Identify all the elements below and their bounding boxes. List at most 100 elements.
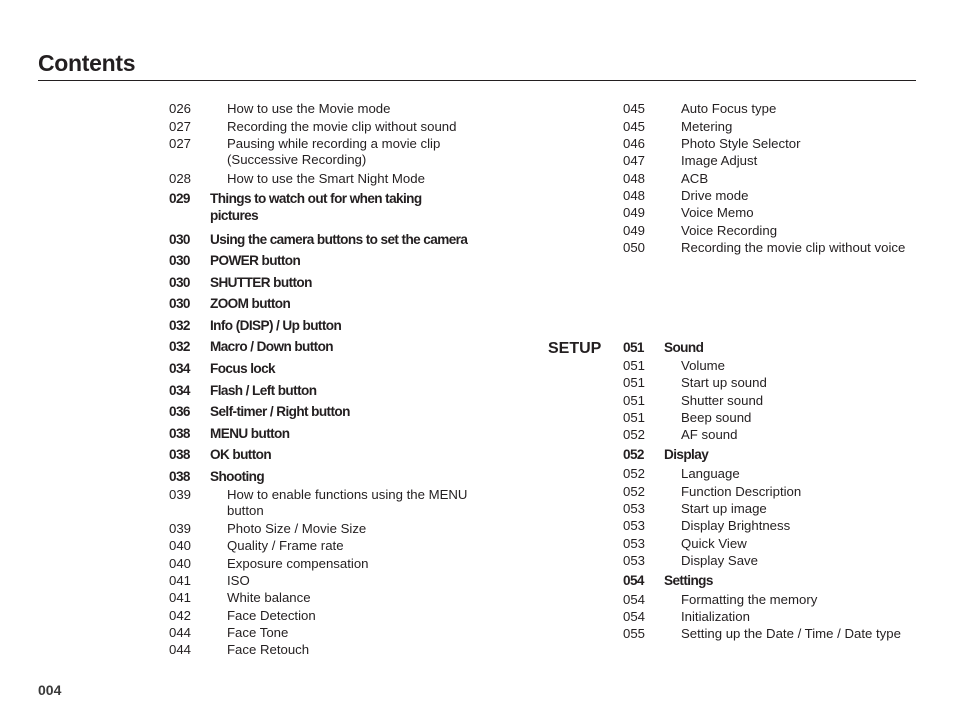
toc-entry-title-line: Shutter sound: [681, 393, 764, 408]
toc-entry-title: Shutter sound: [681, 393, 763, 408]
toc-entry-title-line: Drive mode: [681, 188, 749, 203]
toc-page-number: 028: [169, 171, 192, 186]
toc-entry-title: Volume: [681, 358, 725, 373]
toc-entry-title: Metering: [681, 119, 732, 134]
toc-entry-title-line: ACB: [681, 171, 709, 186]
toc-entry-title: POWER button: [210, 253, 301, 268]
toc-entry-title: AF sound: [681, 427, 737, 442]
toc-entry-title-line: How to use the Movie mode: [227, 101, 391, 116]
toc-entry-title-line: How to enable functions using the MENU: [227, 487, 468, 502]
toc-page-number: 054: [623, 573, 644, 588]
toc-entry-title: Face Tone: [227, 625, 288, 640]
toc-entry-title: Self-timer / Right button: [210, 404, 350, 419]
toc-entry-title: Settings: [664, 573, 713, 588]
toc-page-number: 048: [623, 171, 646, 186]
toc-page-number: 050: [623, 240, 646, 255]
toc-entry-title: Photo Size / Movie Size: [227, 521, 366, 536]
toc-entry-title: Image Adjust: [681, 153, 757, 168]
toc-entry-title: Setting up the Date / Time / Date type: [681, 626, 901, 641]
toc-entry-title-line: White balance: [227, 590, 311, 605]
toc-page-number: 051: [623, 375, 646, 390]
toc-page-number: 030: [169, 296, 190, 311]
toc-entry-title: How to enable functions using the MENU bu…: [227, 487, 467, 518]
toc-entry-title: Pausing while recording a movie clip (Suc…: [227, 136, 440, 167]
toc-entry-title-line: ZOOM button: [210, 296, 291, 311]
toc-page-number: 032: [169, 339, 190, 354]
toc-entry-title-line: Formatting the memory: [681, 592, 818, 607]
toc-page-number: 051: [623, 410, 646, 425]
toc-entry-title: ACB: [681, 171, 708, 186]
toc-entry-title-line: Initialization: [681, 609, 750, 624]
toc-entry-title-line: Recording the movie clip without sound: [227, 119, 457, 134]
toc-page-number: 039: [169, 487, 192, 502]
toc-entry-title-line: Flash / Left button: [210, 383, 317, 398]
toc-page-number: 052: [623, 427, 646, 442]
toc-page-number: 038: [169, 426, 190, 441]
toc-page-number: 048: [623, 188, 646, 203]
toc-entry-title-line: Focus lock: [210, 361, 276, 376]
toc-entry-title: Voice Memo: [681, 205, 754, 220]
toc-entry-title-line: Exposure compensation: [227, 556, 369, 571]
toc-page-number: 036: [169, 404, 190, 419]
toc-entry-title-line: Settings: [664, 573, 713, 588]
toc-page-number: 027: [169, 119, 192, 134]
toc-entry-title: How to use the Movie mode: [227, 101, 390, 116]
toc-entry-title-line: AF sound: [681, 427, 738, 442]
toc-entry-title: How to use the Smart Night Mode: [227, 171, 425, 186]
toc-page-number: 054: [623, 592, 646, 607]
toc-entry-title: Things to watch out for when taking pictu…: [210, 191, 422, 223]
toc-page-number: 026: [169, 101, 192, 116]
toc-entry-title-line: Display: [664, 447, 709, 462]
toc-page-number: 045: [623, 119, 646, 134]
toc-entry-title-line: Setting up the Date / Time / Date type: [681, 626, 901, 641]
toc-entry-title: Quick View: [681, 536, 747, 551]
toc-page-number: 055: [623, 626, 646, 641]
toc-entry-title: OK button: [210, 447, 272, 462]
toc-page-number: 049: [623, 223, 646, 238]
toc-page-number: 052: [623, 447, 644, 462]
toc-entry-title-line: Volume: [681, 358, 725, 373]
toc-page-number: 044: [169, 642, 192, 657]
toc-page-number: 040: [169, 538, 192, 553]
toc-page-number: 034: [169, 361, 190, 376]
toc-entry-title: Auto Focus type: [681, 101, 776, 116]
toc-entry-title-line: Face Retouch: [227, 642, 310, 657]
toc-entry-title-line: Voice Recording: [681, 223, 778, 238]
toc-page-number: 038: [169, 469, 190, 484]
toc-entry-title: Shooting: [210, 469, 265, 484]
toc-entry-title: Display Save: [681, 553, 758, 568]
toc-page-number: 047: [623, 153, 646, 168]
toc-entry-title-line: SHUTTER button: [210, 275, 312, 290]
toc-entry-title-line: Pausing while recording a movie clip: [227, 136, 441, 151]
toc-entry-title: ISO: [227, 573, 250, 588]
toc-entry-title: Language: [681, 466, 740, 481]
toc-entry-title-line: Language: [681, 466, 740, 481]
toc-entry-title: Info (DISP) / Up button: [210, 318, 342, 333]
toc-entry-title-line: ISO: [227, 573, 250, 588]
toc-page-number: 030: [169, 275, 190, 290]
toc-entry-title-line: Photo Size / Movie Size: [227, 521, 367, 536]
toc-page-number: 053: [623, 501, 646, 516]
toc-entry-title: Macro / Down button: [210, 339, 334, 354]
toc-entry-title-line: How to use the Smart Night Mode: [227, 171, 425, 186]
toc-entry-title: Function Description: [681, 484, 801, 499]
toc-page-number: 041: [169, 590, 192, 605]
toc-page-number: 030: [169, 253, 190, 268]
toc-page-number: 039: [169, 521, 192, 536]
toc-entry-title: Focus lock: [210, 361, 276, 376]
toc-entry-title-line: Things to watch out for when taking: [210, 191, 422, 206]
toc-entry-title-line: (Successive Recording): [227, 152, 367, 167]
toc-page-number: 053: [623, 553, 646, 568]
toc-page-number: 032: [169, 318, 190, 333]
toc-entry-title-line: Auto Focus type: [681, 101, 777, 116]
toc-entry-title-line: Beep sound: [681, 410, 752, 425]
toc-page-number: 027: [169, 136, 192, 151]
page-title: Contents: [38, 50, 136, 76]
toc-entry-title-line: Face Detection: [227, 608, 316, 623]
toc-entry-title: Start up sound: [681, 375, 767, 390]
toc-entry-title: Face Retouch: [227, 642, 309, 657]
toc-entry-title: Formatting the memory: [681, 592, 817, 607]
toc-entry-title: ZOOM button: [210, 296, 291, 311]
toc-entry-title: Recording the movie clip without voice: [681, 240, 905, 255]
toc-entry-title-line: Display Brightness: [681, 518, 791, 533]
